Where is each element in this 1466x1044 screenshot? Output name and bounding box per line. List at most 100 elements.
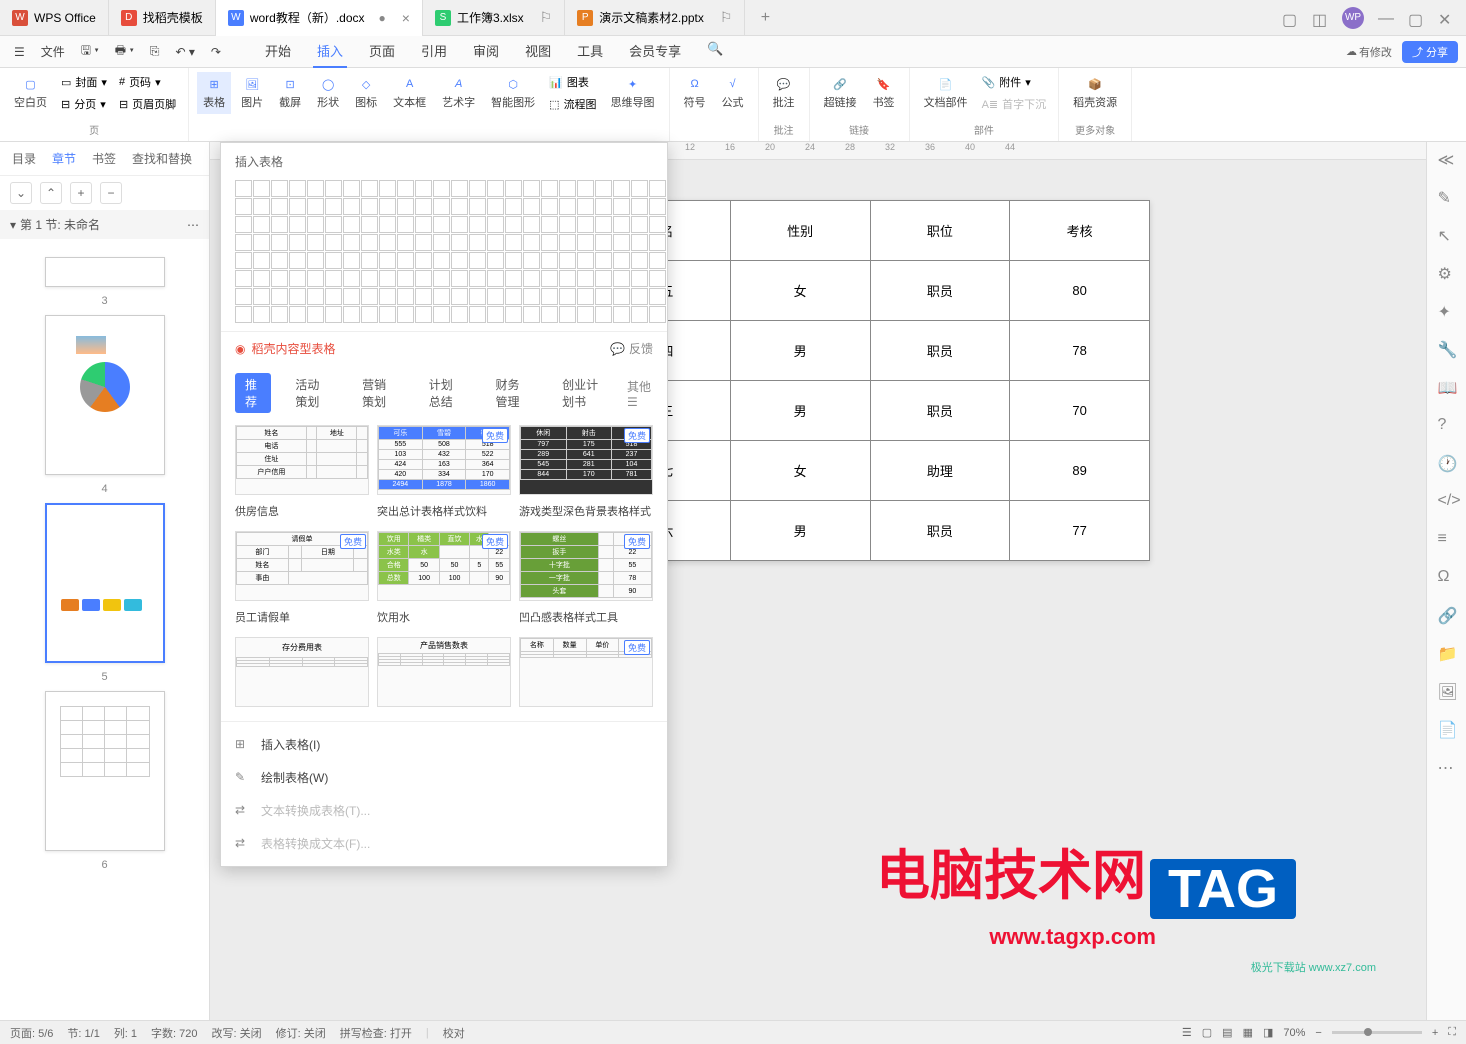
grid-cell[interactable] — [253, 180, 270, 197]
page-thumb[interactable] — [45, 257, 165, 287]
grid-cell[interactable] — [451, 180, 468, 197]
grid-cell[interactable] — [541, 180, 558, 197]
template-item[interactable]: 免费 饮用橘类直饮水42 水类水22 合格5050555 总数10010090 — [377, 531, 511, 601]
attachment-button[interactable]: 📎 附件 ▾ — [978, 72, 1051, 92]
spellcheck-indicator[interactable]: 拼写检查: 打开 — [340, 1025, 412, 1041]
menu-tools[interactable]: 工具 — [573, 35, 607, 68]
cube-icon[interactable]: ◫ — [1312, 10, 1328, 26]
template-item[interactable]: 免费 休闲射击 797175518 289641237 545281104 84… — [519, 425, 653, 495]
proofread-indicator[interactable]: 校对 — [443, 1025, 465, 1041]
grid-cell[interactable] — [307, 270, 324, 287]
grid-cell[interactable] — [289, 216, 306, 233]
star-icon[interactable]: ✦ — [1438, 302, 1456, 320]
grid-cell[interactable] — [271, 270, 288, 287]
grid-cell[interactable] — [325, 306, 342, 323]
grid-cell[interactable] — [541, 252, 558, 269]
overwrite-indicator[interactable]: 改写: 关闭 — [212, 1025, 262, 1041]
book-icon[interactable]: 📖 — [1438, 378, 1456, 396]
grid-cell[interactable] — [253, 216, 270, 233]
grid-cell[interactable] — [433, 198, 450, 215]
grid-cell[interactable] — [325, 234, 342, 251]
grid-cell[interactable] — [505, 288, 522, 305]
grid-cell[interactable] — [361, 216, 378, 233]
grid-cell[interactable] — [271, 234, 288, 251]
grid-cell[interactable] — [343, 180, 360, 197]
grid-cell[interactable] — [379, 198, 396, 215]
template-item[interactable]: 免费 名称数量单价金额 — [519, 637, 653, 707]
table-size-grid[interactable] — [221, 180, 667, 331]
grid-cell[interactable] — [397, 306, 414, 323]
grid-cell[interactable] — [397, 288, 414, 305]
grid-cell[interactable] — [649, 216, 666, 233]
settings-icon[interactable]: ⚙ — [1438, 264, 1456, 282]
wordart-button[interactable]: A艺术字 — [436, 72, 481, 114]
grid-cell[interactable] — [649, 270, 666, 287]
smartart-button[interactable]: ⬡智能图形 — [485, 72, 541, 114]
image-icon[interactable]: 🖼 — [1438, 682, 1456, 700]
grid-cell[interactable] — [253, 198, 270, 215]
template-item[interactable]: 姓名地址电话住址户户信用 — [235, 425, 369, 495]
grid-cell[interactable] — [253, 270, 270, 287]
fit-button[interactable]: ⛶ — [1448, 1026, 1456, 1039]
tab-presentation[interactable]: P 演示文稿素材2.pptx ⚐ — [565, 0, 745, 36]
template-tab[interactable]: 财务管理 — [485, 373, 538, 413]
symbol-button[interactable]: Ω符号 — [678, 72, 712, 112]
grid-cell[interactable] — [235, 180, 252, 197]
changes-badge[interactable]: ☁ 有修改 — [1346, 44, 1392, 60]
grid-cell[interactable] — [649, 306, 666, 323]
close-icon[interactable]: ⚐ — [540, 9, 553, 26]
grid-cell[interactable] — [577, 270, 594, 287]
grid-cell[interactable] — [541, 234, 558, 251]
grid-cell[interactable] — [505, 270, 522, 287]
template-tab[interactable]: 活动策划 — [285, 373, 338, 413]
grid-cell[interactable] — [307, 306, 324, 323]
grid-cell[interactable] — [235, 252, 252, 269]
table-button[interactable]: ⊞表格 — [197, 72, 231, 114]
grid-cell[interactable] — [433, 270, 450, 287]
view-icon[interactable]: ▢ — [1202, 1026, 1212, 1039]
folder-icon[interactable]: 📁 — [1438, 644, 1456, 662]
blank-page-button[interactable]: ▢ 空白页 — [8, 72, 53, 114]
grid-cell[interactable] — [271, 180, 288, 197]
grid-cell[interactable] — [289, 288, 306, 305]
grid-cell[interactable] — [289, 306, 306, 323]
zoom-in-button[interactable]: + — [1432, 1027, 1438, 1039]
grid-cell[interactable] — [577, 180, 594, 197]
grid-cell[interactable] — [451, 198, 468, 215]
grid-cell[interactable] — [631, 252, 648, 269]
link-icon[interactable]: 🔗 — [1438, 606, 1456, 624]
grid-cell[interactable] — [613, 234, 630, 251]
header-footer-button[interactable]: ⊟ 页眉页脚 — [115, 94, 180, 114]
grid-cell[interactable] — [595, 234, 612, 251]
grid-cell[interactable] — [235, 234, 252, 251]
draw-table-action[interactable]: ✎绘制表格(W) — [221, 761, 667, 794]
grid-cell[interactable] — [451, 270, 468, 287]
word-count[interactable]: 字数: 720 — [151, 1025, 197, 1041]
shapes-button[interactable]: ◯形状 — [311, 72, 345, 114]
grid-cell[interactable] — [271, 216, 288, 233]
grid-cell[interactable] — [325, 216, 342, 233]
menu-insert[interactable]: 插入 — [313, 35, 347, 68]
view-icon[interactable]: ▤ — [1222, 1026, 1232, 1039]
grid-cell[interactable] — [613, 198, 630, 215]
menu-review[interactable]: 审阅 — [469, 35, 503, 68]
grid-cell[interactable] — [505, 252, 522, 269]
grid-cell[interactable] — [469, 306, 486, 323]
list-icon[interactable]: ≡ — [1438, 530, 1456, 548]
grid-cell[interactable] — [433, 216, 450, 233]
template-tab[interactable]: 计划总结 — [419, 373, 472, 413]
page-break-button[interactable]: ⊟ 分页 ▾ — [57, 94, 111, 114]
grid-cell[interactable] — [631, 234, 648, 251]
page-number-button[interactable]: # 页码 ▾ — [115, 72, 180, 92]
grid-cell[interactable] — [469, 288, 486, 305]
grid-cell[interactable] — [595, 180, 612, 197]
grid-cell[interactable] — [253, 306, 270, 323]
grid-cell[interactable] — [523, 216, 540, 233]
grid-cell[interactable] — [559, 198, 576, 215]
grid-cell[interactable] — [451, 306, 468, 323]
avatar[interactable]: WP — [1342, 7, 1364, 29]
grid-cell[interactable] — [541, 270, 558, 287]
grid-cell[interactable] — [343, 306, 360, 323]
grid-cell[interactable] — [433, 234, 450, 251]
grid-cell[interactable] — [631, 198, 648, 215]
